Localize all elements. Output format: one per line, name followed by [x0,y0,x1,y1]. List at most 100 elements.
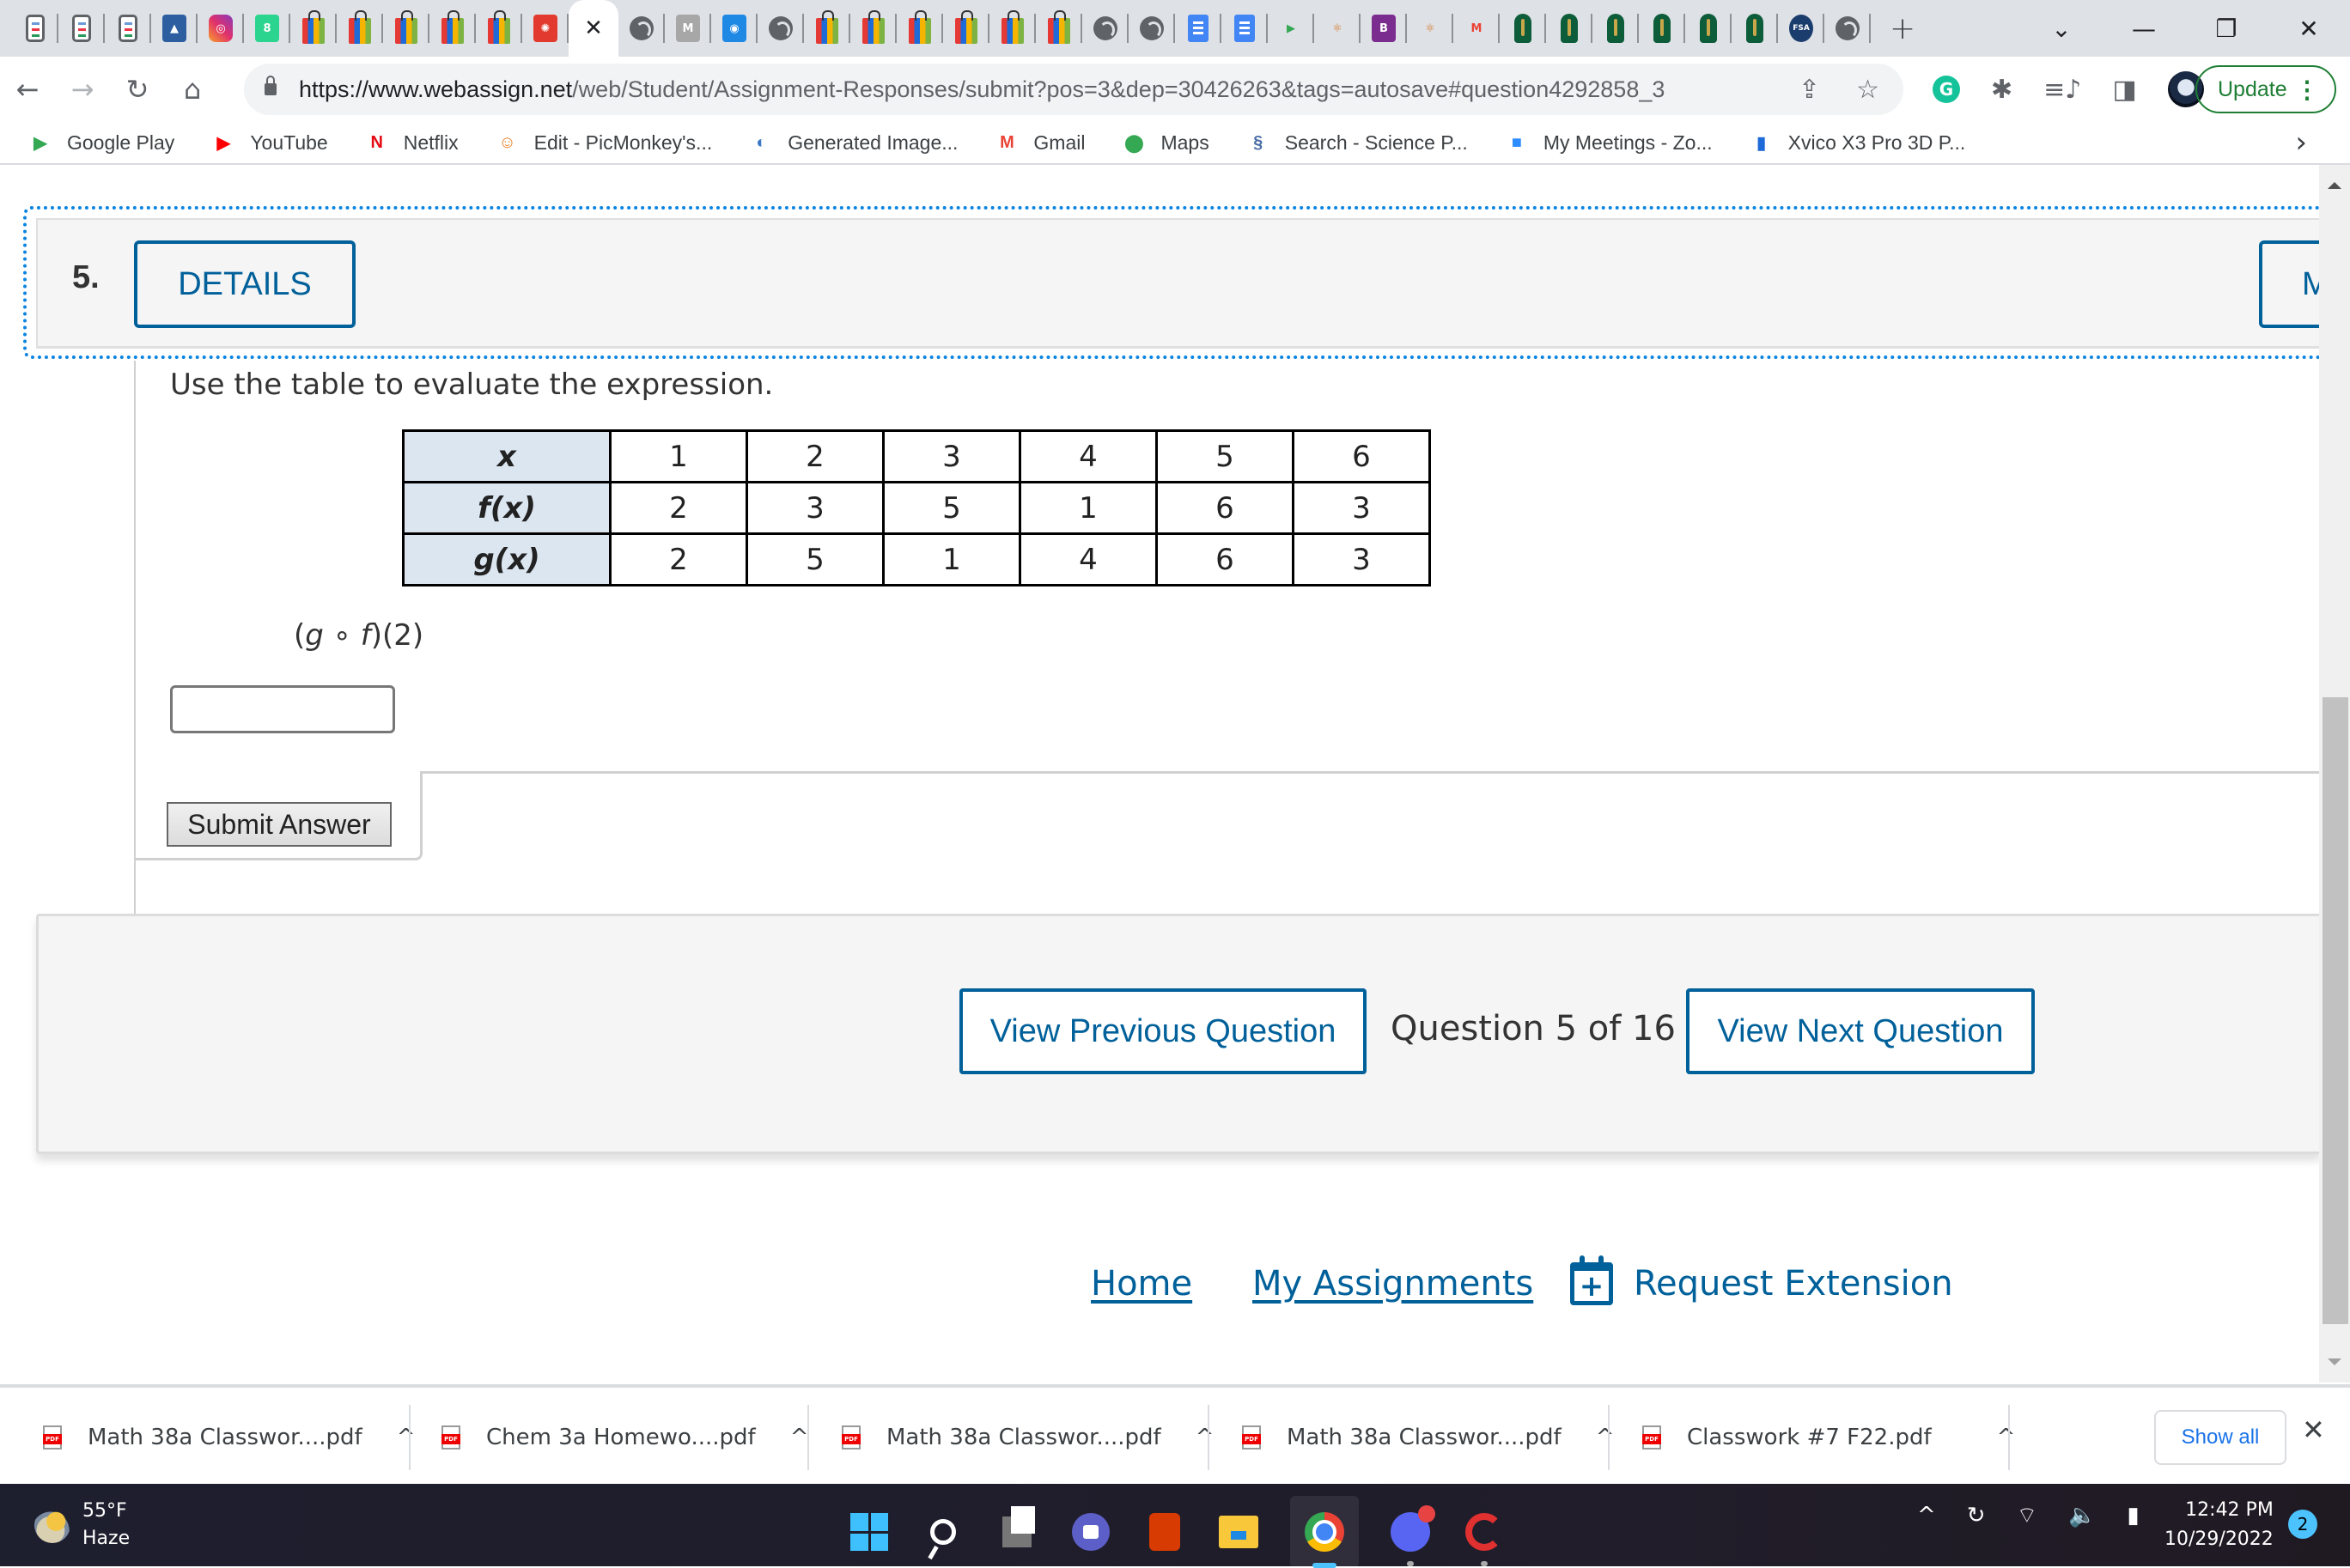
teams-chat-button[interactable] [1068,1506,1113,1558]
grammarly-icon[interactable]: G [1933,76,1960,103]
home-link[interactable]: Home [1091,1264,1192,1304]
ccleaner-button[interactable] [1462,1506,1507,1566]
browser-tab[interactable] [429,0,476,57]
clock[interactable]: 12:42 PM 10/29/2022 [2164,1496,2274,1554]
bookmark-star-icon[interactable]: ☆ [1856,75,1879,105]
browser-tab[interactable]: ▶ [1268,0,1314,57]
bookmark-item[interactable]: ▮ Xvico X3 Pro 3D P... [1750,131,1965,155]
volume-icon[interactable]: 🔈 [2068,1503,2096,1528]
battery-icon[interactable]: ▮ [2127,1503,2139,1528]
browser-tab[interactable] [989,0,1036,57]
details-button[interactable]: DETAILS [134,240,356,328]
browser-tab[interactable] [1639,0,1685,57]
bookmark-item[interactable]: ▶ YouTube [212,131,328,155]
side-panel-icon[interactable]: ◨ [2112,75,2136,105]
browser-tab[interactable] [105,0,151,57]
browser-tab[interactable]: B [1361,0,1407,57]
media-control-icon[interactable]: ≡♪ [2043,75,2081,105]
browser-tab[interactable] [290,0,337,57]
browser-tab[interactable]: ◉ [711,0,758,57]
bookmark-item[interactable]: ◐ Generated Image... [750,131,958,155]
close-downloads-bar-icon[interactable]: ✕ [2302,1413,2325,1446]
download-options-caret-icon[interactable]: ^ [1596,1425,1615,1450]
menu-kebab-icon[interactable]: ⋮ [2295,76,2319,104]
forward-button[interactable]: → [55,73,110,106]
browser-tab[interactable] [476,0,522,57]
browser-tab[interactable] [1221,0,1268,57]
browser-tab[interactable] [1500,0,1546,57]
bookmark-item[interactable]: N Netflix [366,131,458,155]
browser-tab[interactable]: ⚛ [1407,0,1453,57]
request-extension-link[interactable]: + Request Extension [1570,1255,1953,1305]
browser-tab[interactable] [897,0,943,57]
my-assignments-link[interactable]: My Assignments [1252,1264,1533,1304]
browser-tab[interactable] [804,0,850,57]
download-options-caret-icon[interactable]: ^ [790,1425,809,1450]
address-bar[interactable]: https://www.webassign.net/web/Student/As… [244,64,1903,115]
download-options-caret-icon[interactable]: ^ [397,1425,416,1450]
scroll-thumb[interactable] [2323,697,2348,1324]
browser-tab[interactable] [1175,0,1221,57]
back-button[interactable]: ← [0,73,55,106]
submit-answer-button[interactable]: Submit Answer [167,802,392,847]
share-icon[interactable]: ⇪ [1799,75,1820,105]
show-all-downloads-button[interactable]: Show all [2154,1410,2286,1465]
browser-tab[interactable] [758,0,804,57]
browser-tab[interactable]: M [665,0,711,57]
download-item[interactable]: Classwork #7 F22.pdf ^ [1642,1405,2015,1470]
bookmarks-overflow-chevron-icon[interactable]: › [2295,125,2307,160]
office-button[interactable] [1142,1506,1187,1558]
browser-tab[interactable] [1685,0,1732,57]
browser-tab[interactable] [850,0,897,57]
scroll-up-arrow-icon[interactable] [2328,182,2341,189]
url-text[interactable]: https://www.webassign.net/web/Student/As… [299,76,1665,103]
new-tab-button[interactable]: + [1890,11,1915,46]
search-button[interactable] [921,1506,965,1558]
reload-button[interactable]: ↻ [110,73,165,106]
browser-tab[interactable] [337,0,383,57]
browser-tab[interactable]: FSA [1778,0,1824,57]
bookmark-item[interactable]: ■ My Meetings - Zo... [1506,131,1713,155]
browser-tab[interactable] [58,0,105,57]
browser-tab[interactable] [1546,0,1592,57]
close-icon[interactable]: ✕ [584,15,603,41]
download-item[interactable]: Math 38a Classwor....pdf ^ [43,1405,415,1470]
browser-tab[interactable]: ✕ [569,0,618,57]
download-options-caret-icon[interactable]: ^ [1196,1425,1215,1450]
browser-tab[interactable] [618,0,665,57]
bookmark-item[interactable]: ⬤ Maps [1123,131,1208,155]
bookmark-item[interactable]: ▶ Google Play [29,131,174,155]
home-button[interactable]: ⌂ [165,73,220,106]
notification-count-badge[interactable]: 2 [2288,1510,2317,1539]
wifi-icon[interactable]: ⌔ [2017,1501,2037,1529]
extensions-puzzle-icon[interactable]: ✱ [1991,75,2012,105]
file-explorer-button[interactable] [1216,1506,1261,1558]
browser-tab[interactable] [1824,0,1871,57]
chrome-taskbar-button[interactable] [1290,1496,1359,1568]
my-notes-button[interactable]: MY NOTES [2259,240,2319,328]
browser-tab[interactable]: M [1453,0,1500,57]
bookmark-item[interactable]: M Gmail [995,131,1085,155]
browser-tab[interactable]: ◎ [198,0,244,57]
browser-tab[interactable]: ▲ [151,0,198,57]
start-button[interactable] [847,1506,892,1558]
browser-tab[interactable] [383,0,429,57]
bookmark-item[interactable]: ☺ Edit - PicMonkey's... [496,131,712,155]
tab-search-icon[interactable]: ⌄ [2020,15,2103,43]
view-previous-question-button[interactable]: View Previous Question [959,988,1367,1074]
restore-button[interactable]: ❐ [2185,15,2268,43]
browser-tab[interactable] [1082,0,1129,57]
download-options-caret-icon[interactable]: ^ [1997,1425,2016,1450]
browser-tab[interactable] [1592,0,1639,57]
browser-tab[interactable] [943,0,989,57]
download-item[interactable]: Math 38a Classwor....pdf ^ [1242,1405,1614,1470]
close-window-button[interactable]: ✕ [2268,15,2350,43]
browser-tab[interactable] [12,0,58,57]
weather-widget[interactable]: 55°F Haze [34,1498,130,1553]
browser-tab[interactable] [1732,0,1778,57]
page-scrollbar[interactable] [2319,165,2350,1383]
download-item[interactable]: Math 38a Classwor....pdf ^ [842,1405,1214,1470]
browser-tab[interactable] [1036,0,1082,57]
lock-icon[interactable] [265,76,277,95]
discord-button[interactable] [1388,1505,1435,1566]
